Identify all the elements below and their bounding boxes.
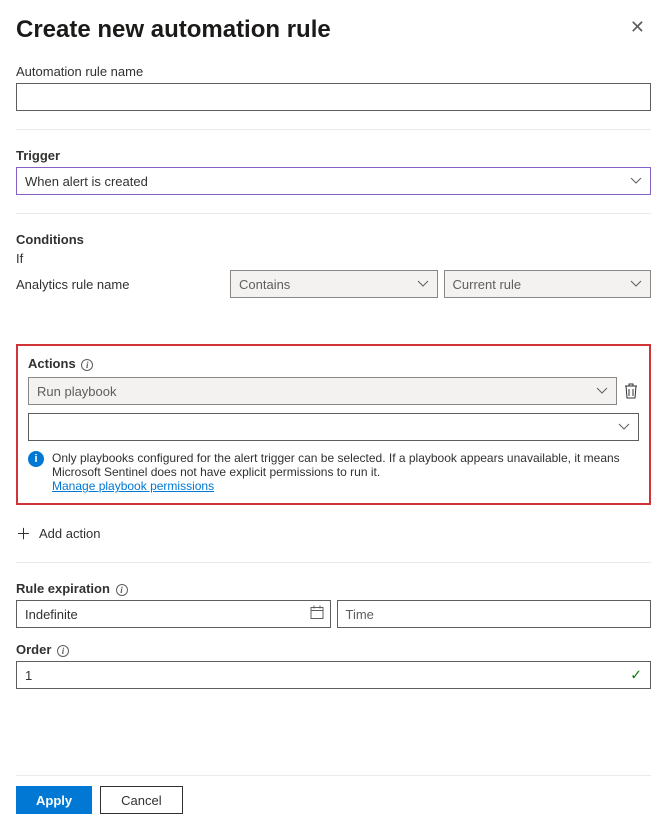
chevron-down-icon [618,423,630,431]
condition-operator-select[interactable]: Contains [230,270,438,298]
if-label: If [16,251,651,266]
divider [16,562,651,563]
close-icon[interactable]: ✕ [624,16,651,38]
condition-operator-value: Contains [239,277,290,292]
divider [16,213,651,214]
expiration-section: Rule expiration i Indefinite Time [16,581,651,628]
expiration-time-placeholder: Time [346,607,374,622]
expiration-date-input[interactable]: Indefinite [16,600,331,628]
rule-name-section: Automation rule name [16,64,651,111]
calendar-icon [310,606,324,623]
actions-label: Actions i [28,356,639,371]
order-section: Order i 1 ✓ [16,642,651,689]
order-select[interactable]: 1 ✓ [16,661,651,689]
condition-value: Current rule [453,277,522,292]
conditions-section: Conditions If Analytics rule name Contai… [16,232,651,298]
divider [16,129,651,130]
info-icon[interactable]: i [81,359,93,371]
plus-icon: ＋ [16,523,31,544]
page-title: Create new automation rule [16,16,331,44]
chevron-down-icon [630,280,642,288]
expiration-time-input[interactable]: Time [337,600,652,628]
info-text-block: Only playbooks configured for the alert … [52,451,639,493]
apply-button[interactable]: Apply [16,786,92,814]
add-action-button[interactable]: ＋ Add action [16,523,100,544]
chevron-down-icon [417,280,429,288]
chevron-down-icon [630,177,642,185]
playbook-select[interactable] [28,413,639,441]
playbook-info-text: Only playbooks configured for the alert … [52,451,620,479]
condition-value-select[interactable]: Current rule [444,270,652,298]
divider [16,775,651,776]
delete-action-icon[interactable] [623,381,639,401]
info-icon[interactable]: i [116,584,128,596]
rule-name-input[interactable] [16,83,651,111]
conditions-label: Conditions [16,232,651,247]
info-icon[interactable]: i [57,645,69,657]
trigger-select[interactable]: When alert is created [16,167,651,195]
expiration-date-value: Indefinite [25,607,78,622]
action-type-value: Run playbook [37,384,117,399]
order-label: Order i [16,642,651,657]
cancel-button[interactable]: Cancel [100,786,182,814]
trigger-label: Trigger [16,148,651,163]
trigger-value: When alert is created [25,174,148,189]
checkmark-icon: ✓ [630,667,642,684]
rule-name-label: Automation rule name [16,64,651,79]
order-value: 1 [25,668,32,683]
trigger-section: Trigger When alert is created [16,148,651,195]
actions-highlight-box: Actions i Run playbook i Only playbooks … [16,344,651,505]
chevron-down-icon [596,387,608,395]
action-type-select[interactable]: Run playbook [28,377,617,405]
add-action-label: Add action [39,526,100,541]
manage-permissions-link[interactable]: Manage playbook permissions [52,479,214,493]
condition-field-label: Analytics rule name [16,277,224,292]
expiration-label: Rule expiration i [16,581,651,596]
info-badge-icon: i [28,451,44,467]
